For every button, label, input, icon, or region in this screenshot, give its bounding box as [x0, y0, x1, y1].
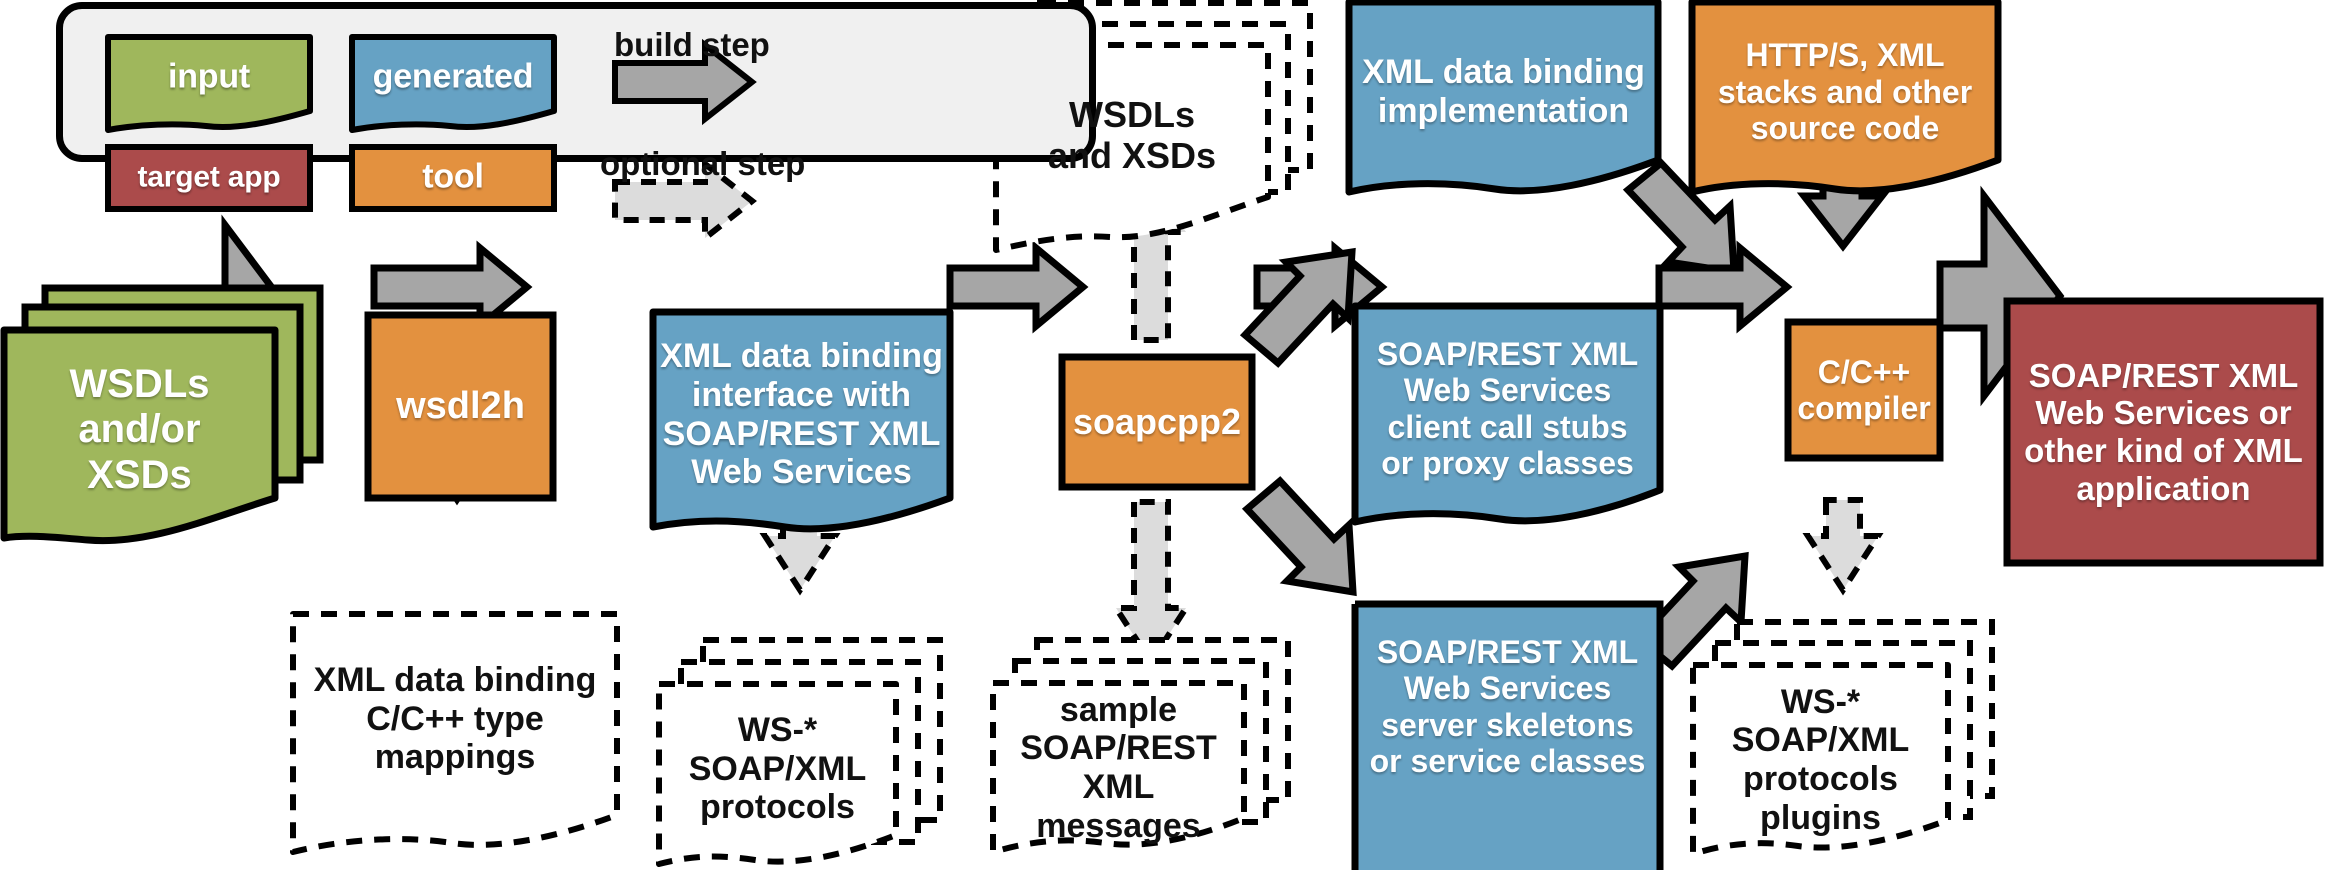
legend-arrow-build-step-label: build step	[614, 26, 770, 63]
node-client-stubs: SOAP/REST XML Web Services client call s…	[1355, 306, 1660, 511]
node-line: SOAP/REST XML	[662, 414, 941, 453]
node-line: Web Services	[1403, 372, 1612, 409]
node-line: SOAP/REST	[1020, 729, 1217, 768]
node-line: SOAP/REST XML	[1376, 335, 1639, 372]
node-line: XML messages	[1036, 768, 1201, 845]
node-ws-protocols-plugins: WS-* SOAP/XML protocols plugins	[1693, 665, 1948, 855]
node-line: C/C++	[1817, 353, 1911, 390]
node-line: SOAP/REST XML	[1376, 633, 1639, 670]
node-line: Web Services	[1403, 670, 1612, 707]
node-line: WSDLs	[69, 361, 210, 406]
legend-chip-tool-label: tool	[422, 157, 484, 196]
legend-chip-target-app-label: target app	[137, 160, 281, 194]
node-line: compiler	[1797, 390, 1931, 426]
node-line: C/C++ type	[366, 699, 544, 738]
node-wsdls-xsds-input: WSDLs and/or XSDs	[4, 330, 275, 530]
node-final-app: SOAP/REST XML Web Services or other kind…	[2007, 301, 2320, 563]
legend-chip-generated-label: generated	[372, 57, 534, 96]
node-server-skeletons: SOAP/REST XML Web Services server skelet…	[1355, 604, 1660, 809]
node-line: WS-*	[1780, 682, 1861, 721]
node-binding-interface: XML data binding interface with SOAP/RES…	[653, 312, 950, 517]
node-line: WS-*	[737, 710, 818, 749]
node-line: or proxy classes	[1381, 444, 1634, 481]
node-line: SOAP/REST XML	[2028, 356, 2299, 394]
node-line: SOAP/XML	[1731, 721, 1910, 760]
node-line: Web Services or	[2035, 394, 2292, 432]
node-line: WSDLs	[1069, 93, 1195, 135]
legend-chip-input: input	[108, 37, 310, 119]
node-line: protocols	[1743, 760, 1898, 798]
node-line: or service classes	[1369, 742, 1646, 779]
node-line: stacks and other	[1717, 73, 1973, 110]
node-binding-implementation: XML data binding implementation	[1349, 2, 1658, 182]
node-line: XML data binding	[1362, 53, 1645, 92]
node-line: interface with	[691, 375, 912, 414]
legend-chip-tool: tool	[352, 147, 554, 209]
node-line: implementation	[1377, 92, 1630, 130]
node-sample-messages: sample SOAP/REST XML messages	[993, 683, 1244, 853]
node-line: server skeletons	[1381, 706, 1634, 743]
node-line: soapcpp2	[1072, 401, 1242, 443]
node-line: Web Services	[691, 453, 912, 492]
node-compiler: C/C++ compiler	[1788, 322, 1940, 458]
node-http-stacks: HTTP/S, XML stacks and other source code	[1692, 2, 1998, 182]
node-line: XSDs	[87, 452, 192, 497]
legend-arrow-optional-step-label: optional step	[600, 145, 806, 182]
node-line: protocols	[700, 788, 855, 827]
node-ws-protocols: WS-* SOAP/XML protocols	[659, 684, 896, 854]
node-line: mappings	[374, 738, 536, 777]
node-line: XML data binding	[313, 660, 597, 699]
node-line: wsdl2h	[396, 384, 525, 427]
node-line: source code	[1750, 110, 1940, 147]
diagram-canvas: input generated target app tool build st…	[0, 0, 2328, 870]
node-line: other kind of XML	[2024, 432, 2303, 469]
node-soapcpp2: soapcpp2	[1062, 357, 1252, 487]
node-wsdls-xsds-generated: WSDLs and XSDs	[996, 45, 1268, 225]
node-line: application	[2076, 469, 2251, 507]
node-line: SOAP/XML	[688, 749, 867, 788]
node-line: and XSDs	[1047, 135, 1217, 176]
node-line: HTTP/S, XML	[1745, 37, 1945, 74]
legend-chip-input-label: input	[167, 57, 251, 96]
node-line: XML data binding	[660, 337, 943, 375]
legend-chip-target-app: target app	[108, 147, 310, 209]
node-type-mappings: XML data binding C/C++ type mappings	[293, 614, 617, 824]
node-line: sample	[1059, 690, 1178, 729]
node-line: client call stubs	[1387, 408, 1628, 445]
node-wsdl2h: wsdl2h	[368, 315, 553, 498]
node-line: and/or	[78, 407, 201, 452]
legend-chip-generated: generated	[352, 37, 554, 119]
node-line: plugins	[1760, 798, 1881, 837]
